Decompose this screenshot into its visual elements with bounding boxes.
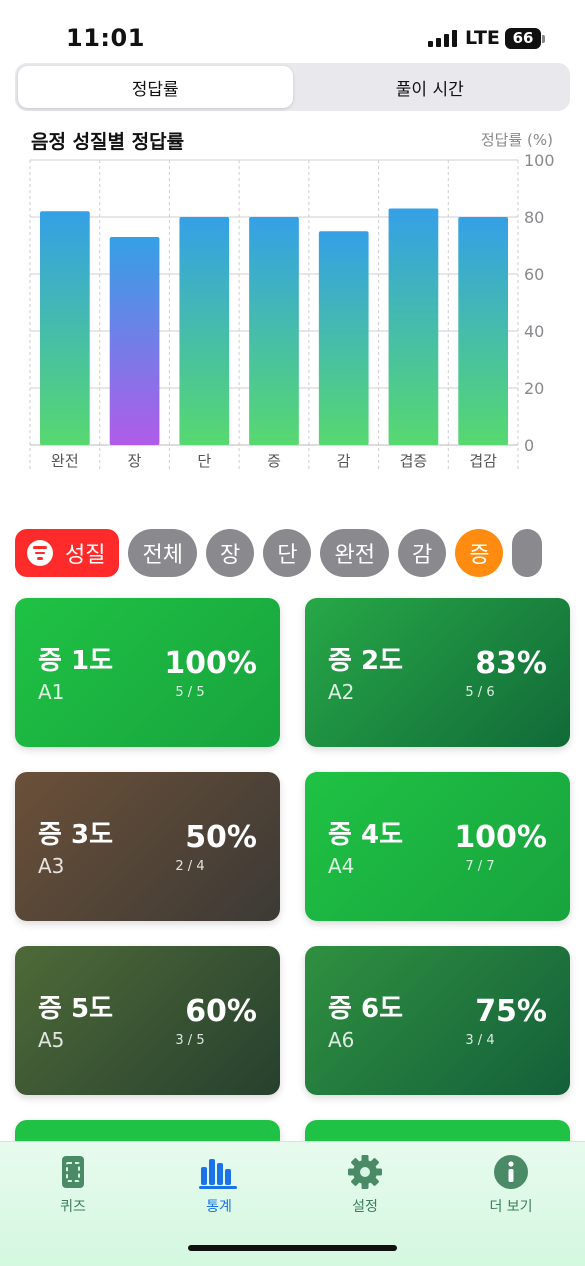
- quality-filter-button[interactable]: 성질: [15, 529, 120, 577]
- bar-2: [109, 236, 160, 445]
- interval-code: A6: [328, 1028, 355, 1052]
- correct-fraction: 3 / 4: [465, 1033, 495, 1048]
- y-tick-label: 20: [524, 379, 544, 398]
- segment-solve-time[interactable]: 풀이 시간: [293, 66, 568, 108]
- interval-card-a6[interactable]: 증 6도 A6 75% 3 / 4: [305, 946, 570, 1095]
- x-tick-label: 장: [128, 452, 142, 470]
- y-tick-label: 100: [524, 151, 555, 170]
- x-tick-label: 증: [267, 452, 281, 470]
- correct-fraction: 7 / 7: [465, 859, 495, 874]
- interval-code: A1: [38, 680, 65, 704]
- interval-card-a4[interactable]: 증 4도 A4 100% 7 / 7: [305, 772, 570, 921]
- chip-perfect[interactable]: 완전: [320, 529, 389, 577]
- status-bar: 11:01 LTE 66: [0, 0, 585, 62]
- bar-6: [388, 208, 439, 445]
- battery-icon: 66: [505, 28, 541, 49]
- chip-more[interactable]: [512, 529, 543, 577]
- status-time: 11:01: [66, 24, 145, 52]
- interval-name: 증 2도: [328, 646, 403, 676]
- interval-name: 증 1도: [38, 646, 113, 676]
- bar-3: [179, 217, 230, 445]
- filter-icon: [27, 540, 53, 566]
- y-tick-label: 40: [524, 322, 544, 341]
- chip-diminished[interactable]: 감: [397, 529, 447, 577]
- tab-quiz[interactable]: 퀴즈: [13, 1152, 133, 1216]
- interval-code: A3: [38, 854, 65, 878]
- quality-filter-label: 성질: [65, 543, 106, 568]
- tab-label: 설정: [352, 1199, 378, 1215]
- bar-1: [40, 211, 90, 445]
- segment-accuracy[interactable]: 정답률: [18, 66, 293, 108]
- correct-fraction: 2 / 4: [175, 859, 205, 874]
- x-tick-label: 겹감: [469, 452, 497, 470]
- accuracy-percent: 100%: [454, 820, 547, 855]
- correct-fraction: 5 / 6: [465, 685, 495, 700]
- accuracy-percent: 60%: [185, 994, 257, 1029]
- correct-fraction: 5 / 5: [175, 685, 205, 700]
- tab-label: 더 보기: [489, 1199, 533, 1215]
- metric-segmented-control: 정답률 풀이 시간: [15, 63, 570, 111]
- bar-chart-icon: [159, 1152, 279, 1192]
- tab-settings[interactable]: 설정: [305, 1152, 425, 1216]
- interval-card-a3[interactable]: 증 3도 A3 50% 2 / 4: [15, 772, 280, 921]
- interval-code: A5: [38, 1028, 65, 1052]
- home-indicator: [188, 1245, 397, 1251]
- interval-name: 증 4도: [328, 820, 403, 850]
- interval-card-a1[interactable]: 증 1도 A1 100% 5 / 5: [15, 598, 280, 747]
- x-tick-label: 단: [197, 452, 211, 470]
- chip-major[interactable]: 장: [205, 529, 255, 577]
- chip-augmented[interactable]: 증: [455, 529, 504, 577]
- y-tick-label: 0: [524, 436, 534, 455]
- interval-name: 증 6도: [328, 994, 403, 1024]
- x-tick-label: 겹증: [400, 452, 428, 470]
- info-icon: [451, 1152, 571, 1192]
- chip-minor[interactable]: 단: [263, 529, 312, 577]
- tab-label: 통계: [206, 1199, 232, 1215]
- interval-name: 증 5도: [38, 994, 113, 1024]
- tab-stats[interactable]: 통계: [159, 1152, 279, 1216]
- tab-label: 퀴즈: [60, 1199, 86, 1215]
- tab-more[interactable]: 더 보기: [451, 1152, 571, 1216]
- interval-card-a5[interactable]: 증 5도 A5 60% 3 / 5: [15, 946, 280, 1095]
- quiz-card-icon: [13, 1152, 133, 1192]
- interval-code: A2: [328, 680, 355, 704]
- accuracy-percent: 83%: [475, 646, 547, 681]
- y-tick-label: 80: [524, 208, 544, 227]
- interval-name: 증 3도: [38, 820, 113, 850]
- accuracy-percent: 75%: [475, 994, 547, 1029]
- accuracy-percent: 50%: [185, 820, 257, 855]
- filter-chip-row: 성질 전체 장 단 완전 감 증: [15, 529, 585, 579]
- interval-card-a2[interactable]: 증 2도 A2 83% 5 / 6: [305, 598, 570, 747]
- accuracy-bar-chart: 0 20 40 60 80 100 완전 장 단 증 감 겹증 겹감: [29, 151, 555, 471]
- cellular-signal-icon: [428, 30, 457, 47]
- correct-fraction: 3 / 5: [175, 1033, 205, 1048]
- x-tick-label: 감: [337, 452, 351, 470]
- y-tick-label: 60: [524, 265, 544, 284]
- gear-icon: [305, 1152, 425, 1192]
- network-type: LTE: [465, 27, 500, 49]
- chip-all[interactable]: 전체: [128, 529, 197, 577]
- bar-7: [458, 217, 508, 445]
- battery-tip: [542, 35, 545, 43]
- bar-4: [249, 217, 299, 445]
- interval-code: A4: [328, 854, 355, 878]
- x-tick-label: 완전: [51, 452, 79, 470]
- accuracy-percent: 100%: [164, 646, 257, 681]
- bar-5: [318, 231, 369, 445]
